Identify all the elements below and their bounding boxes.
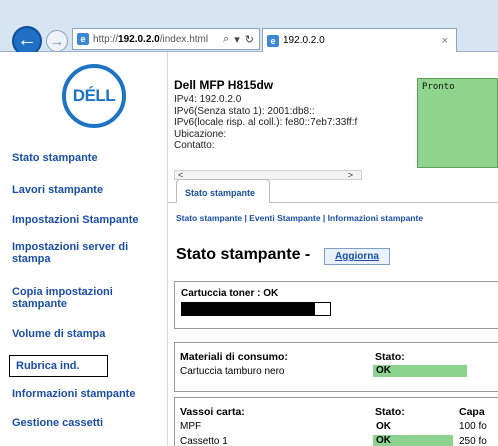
forward-button[interactable]: → <box>46 30 68 52</box>
printer-status-panel: Pronto <box>417 78 498 168</box>
scroll-right-icon[interactable]: > <box>348 171 353 180</box>
consumable-name: Cartuccia tamburo nero <box>180 366 285 377</box>
trays-header: Vassoi carta: <box>180 406 245 418</box>
sidebar-item-printer-info[interactable]: Informazioni stampante <box>12 388 164 400</box>
tab-page-icon: e <box>267 34 279 47</box>
close-tab-icon[interactable]: × <box>442 35 448 47</box>
sidebar: DÉLL Stato stampante Lavori stampante Im… <box>0 52 168 446</box>
consumables-header: Materiali di consumo: <box>180 351 288 363</box>
tray-status: OK <box>376 421 391 432</box>
browser-tab[interactable]: e 192.0.2.0 × <box>262 28 457 52</box>
address-bar[interactable]: e http://192.0.2.0/index.html ⌕ ▾ ↻ <box>72 28 260 50</box>
toner-status-label: Cartuccia toner : OK <box>181 288 279 299</box>
refresh-icon[interactable]: ↻ <box>245 33 254 46</box>
consumables-status-header: Stato: <box>375 351 405 363</box>
sidebar-item-copy-printer-settings[interactable]: Copia impostazioni stampante <box>12 286 164 310</box>
sidebar-item-print-jobs[interactable]: Lavori stampante <box>12 184 164 196</box>
address-path: /index.html <box>159 33 209 45</box>
sidebar-item-tray-management[interactable]: Gestione cassetti <box>12 417 164 429</box>
tray-capacity: 250 fo <box>459 436 487 446</box>
sidebar-item-print-server-settings[interactable]: Impostazioni server di stampa <box>12 241 164 265</box>
ipv6-link-local-address: IPv6(locale risp. al coll.): fe80::7eb7:… <box>174 117 358 128</box>
browser-toolbar: ← → e http://192.0.2.0/index.html ⌕ ▾ ↻ … <box>0 0 498 56</box>
sidebar-item-printer-settings[interactable]: Impostazioni Stampante <box>12 214 164 226</box>
search-icon[interactable]: ⌕ <box>223 33 229 46</box>
main-content: Dell MFP H815dw IPv4: 192.0.2.0 IPv6(Sen… <box>168 52 498 446</box>
trays-capacity-header: Capa <box>459 406 485 418</box>
address-prefix: http:// <box>93 33 119 45</box>
trays-status-header: Stato: <box>375 406 405 418</box>
toner-level-fill <box>182 303 316 315</box>
tray-status-badge: OK <box>373 435 453 446</box>
ipv6-stateless-address: IPv6(Senza stato 1): 2001:db8:: <box>174 105 315 117</box>
ipv4-address: IPv4: 192.0.2.0 <box>174 94 242 105</box>
page-title: Stato stampante - <box>176 246 311 263</box>
tray-name: MPF <box>180 421 202 432</box>
dropdown-icon[interactable]: ▾ <box>234 33 240 46</box>
sidebar-item-address-book[interactable]: Rubrica ind. <box>9 355 108 377</box>
contact-label: Contatto: <box>174 140 215 151</box>
address-host: 192.0.2.0 <box>118 33 160 45</box>
tray-capacity: 100 fo <box>459 421 487 432</box>
tab-printer-status[interactable]: Stato stampante <box>176 179 270 203</box>
toner-level-bar <box>181 302 331 316</box>
scroll-left-icon[interactable]: < <box>178 171 183 180</box>
refresh-button[interactable]: Aggiorna <box>324 248 390 265</box>
device-name: Dell MFP H815dw <box>174 78 274 92</box>
tray-name: Cassetto 1 <box>180 436 228 446</box>
sidebar-item-print-volume[interactable]: Volume di stampa <box>12 328 164 340</box>
page-icon: e <box>77 33 89 45</box>
consumable-status-badge: OK <box>373 365 467 377</box>
breadcrumb[interactable]: Stato stampante | Eventi Stampante | Inf… <box>176 213 423 223</box>
tab-title: 192.0.2.0 <box>283 35 325 46</box>
trays-panel: Vassoi carta: Stato: Capa MPF OK 100 fo … <box>174 397 498 446</box>
toner-panel: Cartuccia toner : OK <box>174 281 498 329</box>
consumables-panel: Materiali di consumo: Stato: Cartuccia t… <box>174 342 498 392</box>
sidebar-item-printer-status[interactable]: Stato stampante <box>12 152 164 164</box>
device-info: IPv4: 192.0.2.0 IPv6(Senza stato 1): 200… <box>174 94 357 152</box>
location-label: Ubicazione: <box>174 128 227 140</box>
dell-logo: DÉLL <box>62 64 126 128</box>
